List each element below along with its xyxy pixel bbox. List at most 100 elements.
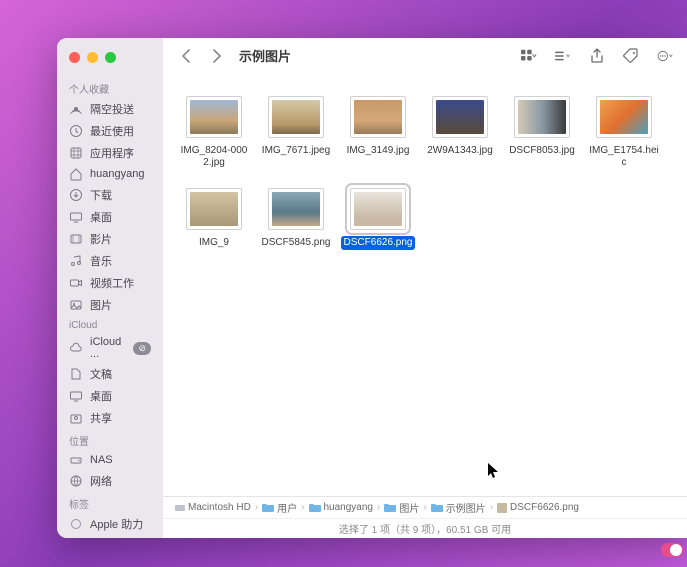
file-name: IMG_9	[196, 236, 232, 250]
breadcrumb-label: huangyang	[324, 502, 374, 513]
breadcrumb-item[interactable]: 示例图片	[431, 500, 486, 515]
system-toggle[interactable]	[661, 543, 683, 557]
breadcrumb-item[interactable]: 用户	[262, 500, 297, 515]
close-window-button[interactable]	[69, 52, 80, 63]
folder-icon	[262, 503, 274, 513]
file-item[interactable]: IMG_9	[173, 188, 255, 250]
file-name: DSCF8053.jpg	[506, 144, 578, 158]
share-icon	[69, 411, 83, 425]
file-item[interactable]: DSCF8053.jpg	[501, 96, 583, 170]
folder-icon	[497, 503, 507, 513]
sidebar-item-label: huangyang	[90, 168, 144, 180]
tag-button[interactable]	[623, 48, 639, 64]
app-icon	[69, 146, 83, 160]
sidebar-item-label: 音乐	[90, 253, 112, 269]
sidebar-item-label: 文稿	[90, 366, 112, 382]
sidebar-item-label: 应用程序	[90, 145, 134, 161]
sidebar-section-header: 标签	[57, 492, 163, 513]
disk-icon	[175, 503, 185, 513]
breadcrumb-item[interactable]: DSCF6626.png	[497, 502, 579, 513]
sidebar-section-header: 位置	[57, 429, 163, 450]
picture-icon	[69, 298, 83, 312]
breadcrumb-separator: ›	[377, 502, 380, 513]
file-thumbnail	[350, 188, 406, 230]
sidebar-item-label: 桌面	[90, 209, 112, 225]
breadcrumb-item[interactable]: huangyang	[309, 502, 374, 513]
video-icon	[69, 276, 83, 290]
sidebar-item[interactable]: 共享	[57, 407, 163, 429]
file-item[interactable]: DSCF5845.png	[255, 188, 337, 250]
toolbar: 示例图片	[163, 38, 687, 74]
breadcrumb-item[interactable]: 图片	[384, 500, 419, 515]
sidebar-section-header: 个人收藏	[57, 77, 163, 98]
clock-icon	[69, 124, 83, 138]
file-item[interactable]: IMG_3149.jpg	[337, 96, 419, 170]
sidebar-item-label: NAS	[90, 454, 113, 466]
folder-icon	[309, 503, 321, 513]
share-button[interactable]	[589, 48, 605, 64]
sidebar-item[interactable]: 图片	[57, 294, 163, 316]
file-thumbnail	[432, 96, 488, 138]
sidebar-item[interactable]: 应用程序	[57, 142, 163, 164]
sidebar-item[interactable]: 隔空投送	[57, 98, 163, 120]
sidebar-item-label: Apple 助力	[90, 516, 143, 532]
file-name: IMG_E1754.heic	[585, 144, 663, 170]
cloud-icon	[69, 341, 83, 355]
forward-button[interactable]	[209, 48, 225, 64]
file-name: IMG_8204-0002.jpg	[175, 144, 253, 170]
back-button[interactable]	[177, 48, 193, 64]
file-thumbnail	[596, 96, 652, 138]
file-thumbnail	[268, 96, 324, 138]
file-name: DSCF6626.png	[341, 236, 416, 250]
home-icon	[69, 167, 83, 181]
sidebar-item[interactable]: iCloud ...⊘	[57, 333, 163, 363]
doc-icon	[69, 367, 83, 381]
desktop-icon	[69, 389, 83, 403]
sidebar-item-label: 隔空投送	[90, 101, 134, 117]
group-by-button[interactable]	[555, 48, 571, 64]
sidebar-item[interactable]: 桌面	[57, 206, 163, 228]
breadcrumb-label: Macintosh HD	[188, 502, 251, 513]
breadcrumb-separator: ›	[423, 502, 426, 513]
sidebar-item[interactable]: 最近使用	[57, 120, 163, 142]
file-item[interactable]: IMG_8204-0002.jpg	[173, 96, 255, 170]
file-grid[interactable]: IMG_8204-0002.jpgIMG_7671.jpegIMG_3149.j…	[163, 74, 687, 496]
sidebar-item[interactable]: Apple 助力	[57, 513, 163, 535]
window-title: 示例图片	[239, 46, 291, 65]
minimize-window-button[interactable]	[87, 52, 98, 63]
sidebar-item[interactable]: 视频工作	[57, 272, 163, 294]
sidebar-item[interactable]: 下载	[57, 184, 163, 206]
breadcrumb-separator: ›	[255, 502, 258, 513]
view-icon-grid-button[interactable]	[521, 48, 537, 64]
zoom-window-button[interactable]	[105, 52, 116, 63]
file-item[interactable]: IMG_7671.jpeg	[255, 96, 337, 170]
sidebar-item[interactable]: 音乐	[57, 250, 163, 272]
sidebar-item-label: 影片	[90, 231, 112, 247]
sidebar: 个人收藏隔空投送最近使用应用程序huangyang下载桌面影片音乐视频工作图片i…	[57, 38, 163, 538]
breadcrumb-item[interactable]: Macintosh HD	[175, 502, 251, 513]
sidebar-item[interactable]: 网络	[57, 470, 163, 492]
tag-empty-icon	[69, 517, 83, 531]
file-thumbnail	[268, 188, 324, 230]
sidebar-item[interactable]: 文稿	[57, 363, 163, 385]
desktop-icon	[69, 210, 83, 224]
folder-icon	[431, 503, 443, 513]
globe-icon	[69, 474, 83, 488]
sidebar-item-label: 图片	[90, 297, 112, 313]
file-thumbnail	[514, 96, 570, 138]
action-menu-button[interactable]	[657, 48, 673, 64]
sidebar-item[interactable]: 旅行自驾	[57, 535, 163, 538]
status-free-space: 60.51 GB 可用	[446, 521, 511, 536]
sidebar-item[interactable]: 桌面	[57, 385, 163, 407]
sidebar-item-label: 网络	[90, 473, 112, 489]
breadcrumb-separator: ›	[490, 502, 493, 513]
file-item[interactable]: IMG_E1754.heic	[583, 96, 665, 170]
file-name: 2W9A1343.jpg	[424, 144, 496, 158]
sidebar-item[interactable]: huangyang	[57, 164, 163, 184]
file-item[interactable]: 2W9A1343.jpg	[419, 96, 501, 170]
sidebar-item-label: 最近使用	[90, 123, 134, 139]
file-thumbnail	[186, 188, 242, 230]
file-item[interactable]: DSCF6626.png	[337, 188, 419, 250]
sidebar-item[interactable]: NAS	[57, 450, 163, 470]
sidebar-item[interactable]: 影片	[57, 228, 163, 250]
